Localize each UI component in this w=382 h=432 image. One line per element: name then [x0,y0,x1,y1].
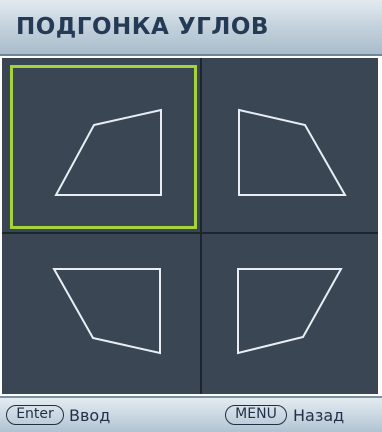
corner-option-bottom-right[interactable] [203,234,378,394]
footer-bar: Enter Ввод MENU Назад [0,396,382,432]
corner-grid [2,58,378,394]
corner-option-bottom-left[interactable] [2,234,200,394]
corner-option-top-right[interactable] [203,58,378,232]
enter-hint-label: Ввод [69,406,111,425]
title-bar: ПОДГОНКА УГЛОВ [0,0,382,56]
page-title: ПОДГОНКА УГЛОВ [16,14,269,40]
trapezoid-bottom-left-icon [52,268,161,355]
trapezoid-top-left-icon [54,108,162,196]
corner-option-top-left[interactable] [10,65,197,229]
enter-key-icon: Enter [6,405,64,425]
grid-divider-horizontal [2,232,378,234]
trapezoid-bottom-right-icon [237,268,343,355]
corner-adjust-screen: ПОДГОНКА УГЛОВ Enter Ввод MENU Назад [0,0,382,432]
grid-divider-vertical [200,58,202,394]
menu-hint-label: Назад [293,406,345,425]
trapezoid-top-right-icon [238,108,347,196]
menu-key-icon: MENU [225,405,287,425]
